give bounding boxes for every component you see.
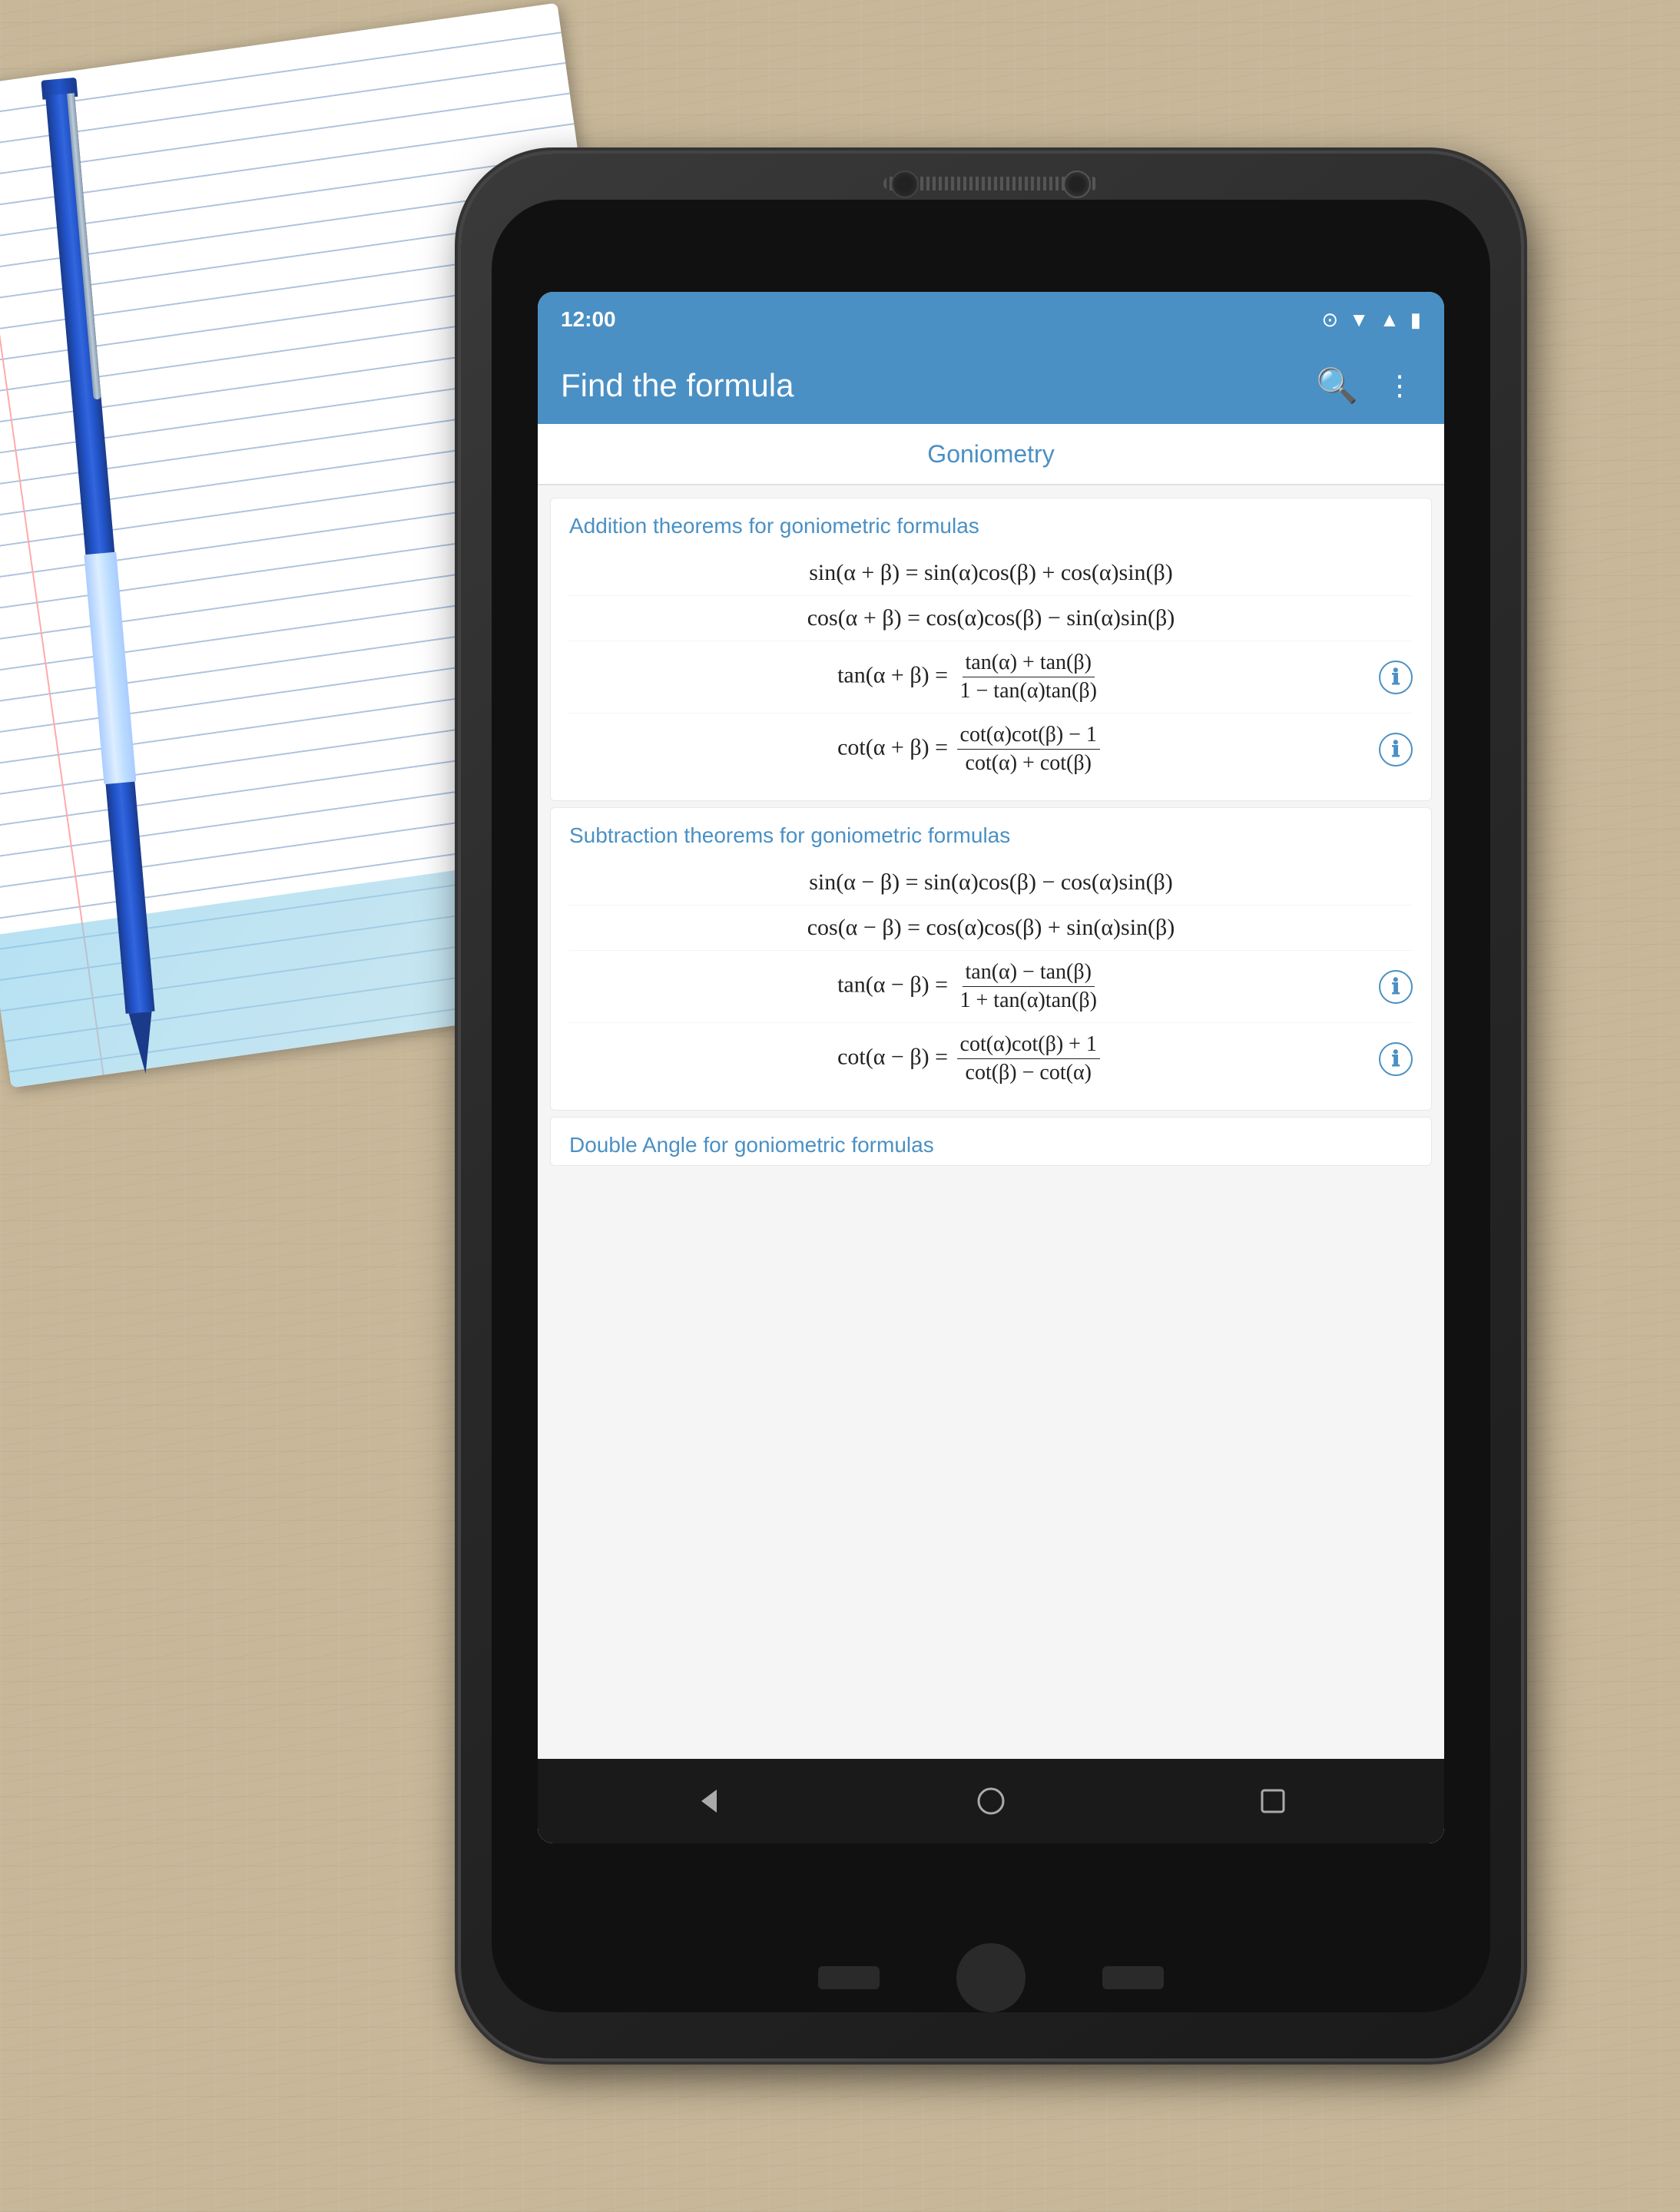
info-button-tan-addition[interactable]: ℹ — [1379, 661, 1413, 694]
formula-row: cos(α + β) = cos(α)cos(β) − sin(α)sin(β) — [569, 596, 1413, 641]
tab-bar: Goniometry — [538, 424, 1444, 485]
formula-row: sin(α + β) = sin(α)cos(β) + cos(α)sin(β) — [569, 551, 1413, 596]
recents-button[interactable] — [1242, 1770, 1304, 1832]
notification-icon: ⊙ — [1321, 308, 1338, 332]
formula-tan-subtraction: tan(α − β) = tan(α) − tan(β) 1 + tan(α)t… — [569, 960, 1371, 1013]
hw-button-right — [1102, 1966, 1164, 1989]
signal-icon: ▲ — [1380, 308, 1400, 332]
subtraction-section-title: Subtraction theorems for goniometric for… — [569, 823, 1413, 848]
formula-row: tan(α − β) = tan(α) − tan(β) 1 + tan(α)t… — [569, 951, 1413, 1023]
phone-screen: 12:00 ⊙ ▼ ▲ ▮ Find the formula 🔍 ⋮ — [538, 292, 1444, 1843]
formula-row: cot(α + β) = cot(α)cot(β) − 1 cot(α) + c… — [569, 714, 1413, 785]
formula-sin-addition: sin(α + β) = sin(α)cos(β) + cos(α)sin(β) — [569, 560, 1413, 586]
formula-tan-addition: tan(α + β) = tan(α) + tan(β) 1 − tan(α)t… — [569, 651, 1371, 704]
back-button[interactable] — [678, 1770, 740, 1832]
wifi-icon: ▼ — [1349, 308, 1369, 332]
formula-sin-subtraction: sin(α − β) = sin(α)cos(β) − cos(α)sin(β) — [569, 869, 1413, 896]
battery-icon: ▮ — [1410, 308, 1421, 332]
formulas-container: Addition theorems for goniometric formul… — [538, 485, 1444, 1178]
info-button-tan-subtraction[interactable]: ℹ — [1379, 970, 1413, 1004]
double-angle-section-partial: Double Angle for goniometric formulas — [550, 1117, 1432, 1166]
addition-section-title: Addition theorems for goniometric formul… — [569, 514, 1413, 538]
formula-row: sin(α − β) = sin(α)cos(β) − cos(α)sin(β) — [569, 860, 1413, 906]
hw-button-left — [818, 1966, 880, 1989]
formula-row: tan(α + β) = tan(α) + tan(β) 1 − tan(α)t… — [569, 641, 1413, 714]
addition-section: Addition theorems for goniometric formul… — [550, 498, 1432, 801]
formula-row: cos(α − β) = cos(α)cos(β) + sin(α)sin(β) — [569, 906, 1413, 951]
info-button-cot-subtraction[interactable]: ℹ — [1379, 1042, 1413, 1076]
more-options-icon[interactable]: ⋮ — [1380, 363, 1421, 408]
status-bar: 12:00 ⊙ ▼ ▲ ▮ — [538, 292, 1444, 347]
formula-cot-subtraction: cot(α − β) = cot(α)cot(β) + 1 cot(β) − c… — [569, 1032, 1371, 1085]
tab-goniometry[interactable]: Goniometry — [912, 440, 1069, 469]
formula-row: cot(α − β) = cot(α)cot(β) + 1 cot(β) − c… — [569, 1023, 1413, 1094]
front-camera-right — [1063, 171, 1091, 198]
navigation-bar — [538, 1759, 1444, 1843]
phone-device: 12:00 ⊙ ▼ ▲ ▮ Find the formula 🔍 ⋮ — [461, 154, 1521, 2058]
search-icon[interactable]: 🔍 — [1310, 359, 1364, 412]
status-time: 12:00 — [561, 307, 616, 332]
subtraction-section: Subtraction theorems for goniometric for… — [550, 807, 1432, 1111]
app-bar-icons: 🔍 ⋮ — [1310, 359, 1421, 412]
app-bar: Find the formula 🔍 ⋮ — [538, 347, 1444, 424]
app-title: Find the formula — [561, 367, 794, 404]
double-angle-section-title: Double Angle for goniometric formulas — [569, 1133, 1413, 1157]
content-area: Goniometry Addition theorems for goniome… — [538, 424, 1444, 1843]
formula-cot-addition: cot(α + β) = cot(α)cot(β) − 1 cot(α) + c… — [569, 723, 1371, 776]
home-button[interactable] — [960, 1770, 1022, 1832]
phone-inner-bezel: 12:00 ⊙ ▼ ▲ ▮ Find the formula 🔍 ⋮ — [492, 200, 1490, 2012]
info-button-cot-addition[interactable]: ℹ — [1379, 733, 1413, 767]
front-camera-left — [891, 171, 919, 198]
hw-button-center — [956, 1943, 1026, 2012]
formula-cos-subtraction: cos(α − β) = cos(α)cos(β) + sin(α)sin(β) — [569, 915, 1413, 941]
formula-cos-addition: cos(α + β) = cos(α)cos(β) − sin(α)sin(β) — [569, 605, 1413, 631]
status-icons: ⊙ ▼ ▲ ▮ — [1321, 308, 1421, 332]
